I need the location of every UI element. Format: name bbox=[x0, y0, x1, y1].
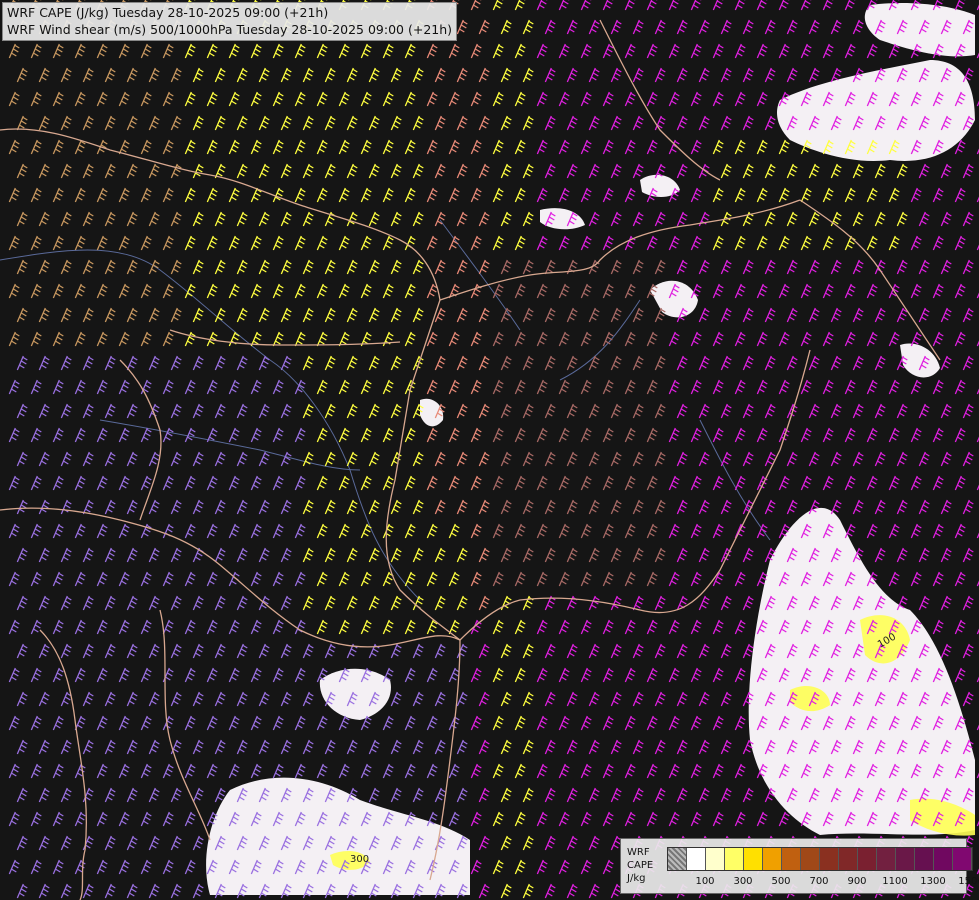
legend-color-bar bbox=[667, 847, 973, 871]
legend-swatch bbox=[763, 848, 782, 870]
legend-swatch bbox=[706, 848, 725, 870]
legend-tick: 900 bbox=[847, 876, 867, 887]
legend-label-unit: J/kg bbox=[627, 873, 646, 884]
legend-tick: 1100 bbox=[882, 876, 908, 887]
legend-tick: 700 bbox=[809, 876, 829, 887]
legend-swatch bbox=[801, 848, 820, 870]
legend-swatch bbox=[725, 848, 744, 870]
map-title-box: WRF CAPE (J/kg) Tuesday 28-10-2025 09:00… bbox=[2, 2, 458, 41]
legend-tick: 1300 bbox=[920, 876, 946, 887]
legend-tick: 300 bbox=[733, 876, 753, 887]
legend-swatch bbox=[877, 848, 896, 870]
legend-tick: 100 bbox=[695, 876, 715, 887]
legend-swatch bbox=[896, 848, 915, 870]
legend-label-variable: CAPE bbox=[627, 860, 654, 871]
legend-swatch bbox=[668, 848, 687, 870]
weather-map: 100 300 bbox=[0, 0, 979, 900]
legend-swatch bbox=[953, 848, 972, 870]
legend-tick: 1500 bbox=[958, 876, 979, 887]
legend-labels: WRF CAPE J/kg bbox=[627, 846, 653, 885]
legend-swatch bbox=[687, 848, 706, 870]
legend-swatch bbox=[934, 848, 953, 870]
legend-tick-labels: 100 300 500 700 900 1100 1300 1500 bbox=[667, 876, 979, 890]
legend-swatch bbox=[744, 848, 763, 870]
cape-legend: WRF CAPE J/kg 100 300 500 700 900 1100 1300 150… bbox=[620, 838, 979, 894]
map-title-cape: WRF CAPE (J/kg) Tuesday 28-10-2025 09:00… bbox=[7, 5, 329, 20]
legend-tick: 500 bbox=[771, 876, 791, 887]
legend-swatch bbox=[858, 848, 877, 870]
legend-swatch bbox=[782, 848, 801, 870]
legend-swatch bbox=[820, 848, 839, 870]
legend-swatch bbox=[915, 848, 934, 870]
legend-swatch bbox=[839, 848, 858, 870]
map-title-wind-shear: WRF Wind shear (m/s) 500/1000hPa Tuesday… bbox=[7, 22, 453, 37]
contour-label-300: 300 bbox=[350, 854, 369, 865]
legend-label-model: WRF bbox=[627, 847, 650, 858]
